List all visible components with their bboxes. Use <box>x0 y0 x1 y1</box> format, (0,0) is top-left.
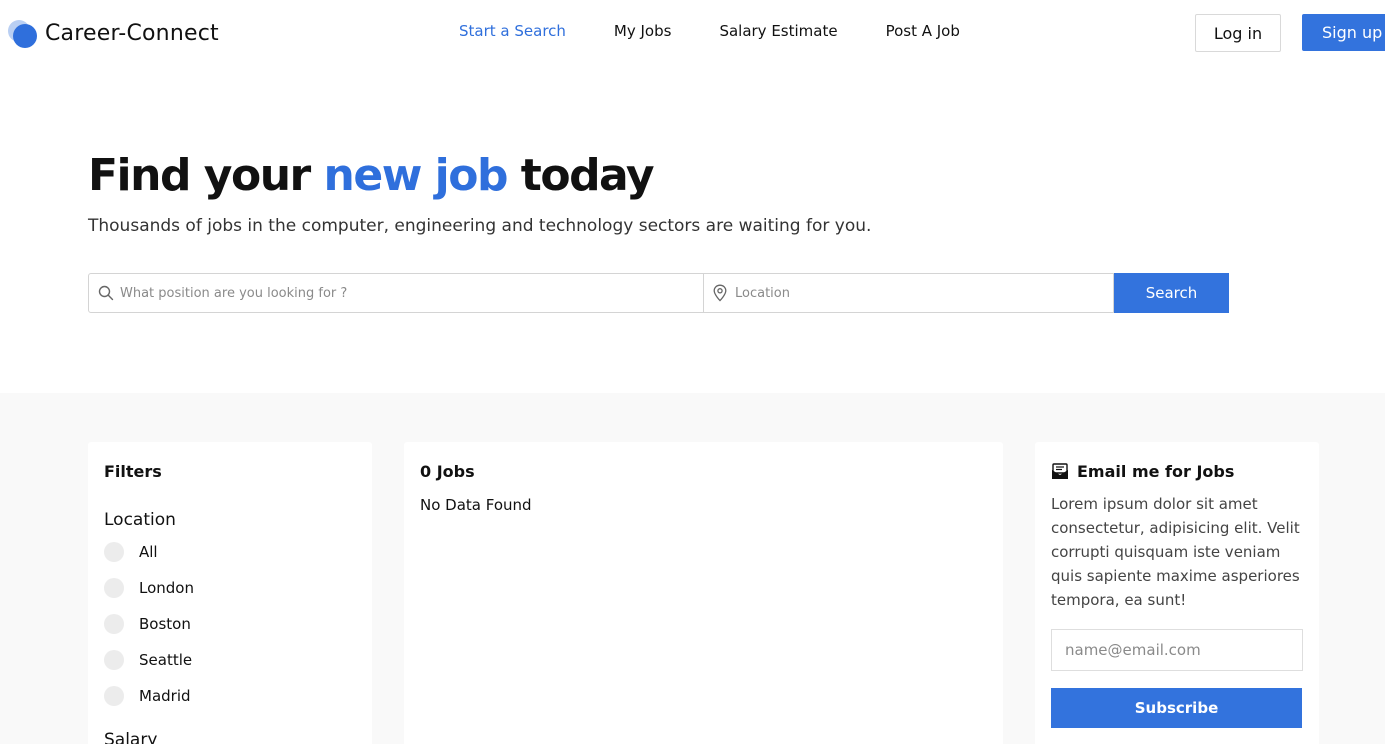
radio-button[interactable] <box>104 614 124 634</box>
jobs-panel: 0 Jobs No Data Found <box>404 442 1003 744</box>
email-alert-description: Lorem ipsum dolor sit amet consectetur, … <box>1051 495 1300 609</box>
hero-title-prefix: Find your <box>88 150 324 201</box>
nav-post-a-job[interactable]: Post A Job <box>886 22 960 40</box>
radio-button[interactable] <box>104 650 124 670</box>
hero-title-suffix: today <box>506 150 655 201</box>
logo-icon <box>8 18 38 48</box>
hero-title: Find your new job today <box>88 150 655 201</box>
radio-label: London <box>139 579 194 597</box>
location-filter-title: Location <box>104 510 176 530</box>
email-alert-title-text: Email me for Jobs <box>1077 462 1235 481</box>
hero-subtitle: Thousands of jobs in the computer, engin… <box>88 216 872 236</box>
location-option-boston[interactable]: Boston <box>104 614 191 634</box>
signup-button[interactable]: Sign up <box>1302 14 1385 51</box>
nav-my-jobs[interactable]: My Jobs <box>614 22 672 40</box>
hero-title-accent: new job <box>323 150 509 201</box>
email-alert-panel: Email me for Jobs Lorem ipsum dolor sit … <box>1035 442 1319 744</box>
position-search-field[interactable] <box>88 273 704 313</box>
location-option-seattle[interactable]: Seattle <box>104 650 192 670</box>
location-option-all[interactable]: All <box>104 542 158 562</box>
radio-label: All <box>139 543 158 561</box>
nav-start-search[interactable]: Start a Search <box>459 22 566 40</box>
results-section: Filters Location All London Boston Seatt… <box>0 393 1385 744</box>
jobs-count: 0 Jobs <box>420 462 475 481</box>
location-search-field[interactable] <box>704 273 1114 313</box>
login-button[interactable]: Log in <box>1195 14 1281 52</box>
location-option-london[interactable]: London <box>104 578 194 598</box>
salary-filter-title: Salary <box>104 730 158 744</box>
site-header: Career-Connect Start a Search My Jobs Sa… <box>0 0 1385 66</box>
email-field[interactable] <box>1051 629 1303 671</box>
main-nav: Start a Search My Jobs Salary Estimate P… <box>459 22 1008 40</box>
nav-salary-estimate[interactable]: Salary Estimate <box>719 22 837 40</box>
position-input[interactable] <box>120 274 680 312</box>
subscribe-button[interactable]: Subscribe <box>1051 688 1302 728</box>
empty-state-text: No Data Found <box>420 496 532 514</box>
search-icon <box>98 285 114 301</box>
radio-label: Seattle <box>139 651 193 669</box>
map-pin-icon <box>713 284 727 302</box>
radio-button[interactable] <box>104 578 124 598</box>
location-input[interactable] <box>735 274 1095 312</box>
radio-label: Boston <box>139 615 191 633</box>
brand-logo[interactable]: Career-Connect <box>8 17 219 49</box>
radio-label: Madrid <box>139 687 191 705</box>
location-option-madrid[interactable]: Madrid <box>104 686 191 706</box>
filters-panel: Filters Location All London Boston Seatt… <box>88 442 372 744</box>
brand-name: Career-Connect <box>45 20 219 46</box>
search-button[interactable]: Search <box>1114 273 1229 313</box>
radio-button[interactable] <box>104 686 124 706</box>
email-alert-title: Email me for Jobs <box>1051 462 1234 481</box>
radio-button[interactable] <box>104 542 124 562</box>
mail-icon <box>1052 463 1068 479</box>
filters-title: Filters <box>104 462 162 481</box>
